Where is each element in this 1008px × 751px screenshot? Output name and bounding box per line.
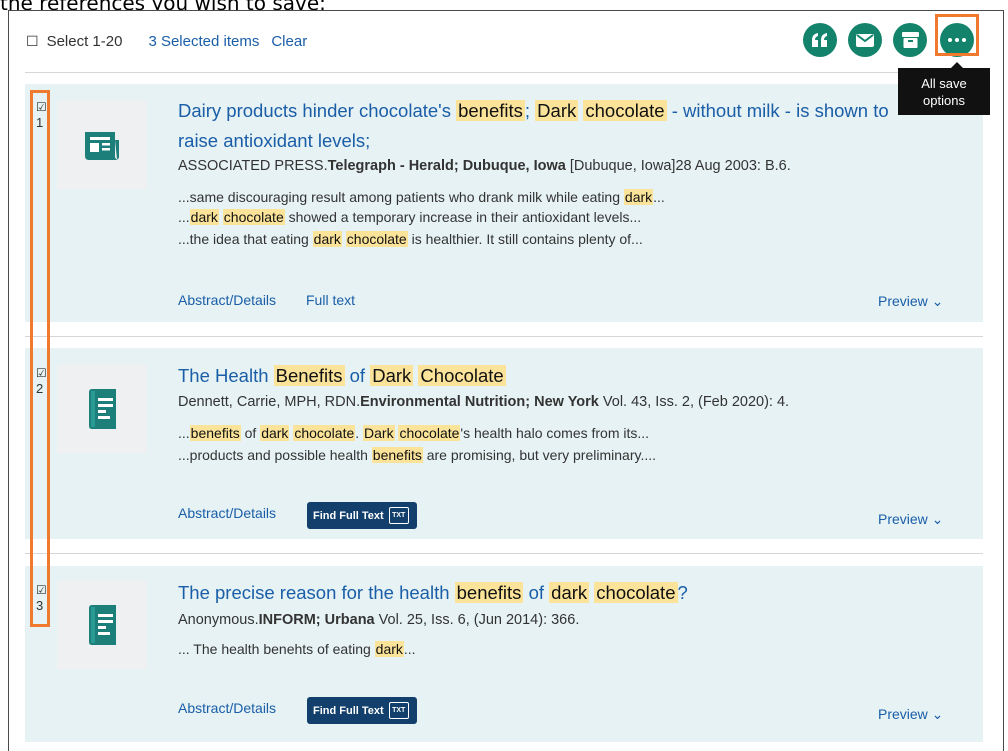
abstract-details-link[interactable]: Abstract/Details (178, 700, 276, 716)
selection-toolbar: ☐ Select 1-20 3 Selected items Clear (26, 33, 307, 50)
save-icon (901, 32, 919, 48)
clear-link[interactable]: Clear (271, 33, 307, 50)
abstract-details-link[interactable]: Abstract/Details (178, 292, 276, 308)
result-snippet: ...same discouraging result among patien… (178, 189, 665, 205)
result-checkbox[interactable]: ☑ (36, 367, 47, 379)
result-citation: ASSOCIATED PRESS.Telegraph - Herald; Dub… (178, 158, 791, 174)
title-highlight: chocolate (583, 100, 667, 121)
find-full-text-button[interactable]: Find Full Text TXT (307, 502, 417, 529)
author: ASSOCIATED PRESS. (178, 158, 328, 174)
result-title-link[interactable]: The precise reason for the health benefi… (178, 581, 688, 605)
save-button[interactable] (893, 23, 927, 57)
journal-icon (89, 605, 116, 645)
full-text-link[interactable]: Full text (306, 292, 355, 308)
result-thumbnail[interactable] (57, 364, 147, 454)
email-icon (856, 33, 874, 47)
tooltip-line-2: options (923, 93, 965, 108)
result-title-line2[interactable]: raise antioxidant levels; (178, 129, 370, 153)
pub-details: Vol. 43, Iss. 2, (Feb 2020): 4. (598, 394, 790, 410)
result-snippet: ...dark chocolate showed a temporary inc… (178, 209, 642, 225)
abstract-details-link[interactable]: Abstract/Details (178, 505, 276, 521)
title-text: ; (524, 100, 536, 121)
title-text: Dairy products hinder chocolate's (178, 100, 457, 121)
selected-items-link[interactable]: 3 Selected items (148, 33, 259, 50)
title-highlight: benefits (456, 100, 525, 121)
find-full-text-label: Find Full Text (313, 509, 384, 522)
select-all-checkbox[interactable]: ☐ (26, 34, 39, 50)
result-thumbnail[interactable] (57, 100, 147, 190)
publication: INFORM; Urbana (258, 612, 375, 628)
tooltip-arrow (951, 62, 963, 68)
result-checkbox[interactable]: ☑ (36, 584, 47, 596)
tooltip-line-1: All save (921, 76, 967, 91)
result-citation: Dennett, Carrie, MPH, RDN.Environmental … (178, 394, 789, 410)
newspaper-icon (85, 132, 119, 160)
preview-toggle[interactable]: Preview ⌄ (878, 293, 943, 310)
pub-details: [Dubuque, Iowa]28 Aug 2003: B.6. (565, 158, 791, 174)
pub-details: Vol. 25, Iss. 6, (Jun 2014): 366. (374, 612, 580, 628)
cite-button[interactable] (803, 23, 837, 57)
result-divider (25, 336, 983, 337)
result-snippet: ...benefits of dark chocolate. Dark choc… (178, 425, 650, 441)
all-save-options-tooltip: All save options (898, 62, 990, 115)
author: Dennett, Carrie, MPH, RDN. (178, 394, 361, 410)
result-thumbnail[interactable] (57, 580, 147, 670)
result-snippet: ...the idea that eating dark chocolate i… (178, 231, 643, 247)
result-number: 1 (36, 115, 44, 130)
result-number: 2 (36, 381, 44, 396)
select-range-label: Select 1-20 (46, 33, 123, 50)
result-title-link[interactable]: The Health Benefits of Dark Chocolate (178, 364, 506, 388)
more-options-highlight (935, 14, 979, 56)
txt-file-icon: TXT (388, 702, 409, 719)
txt-file-icon: TXT (388, 507, 409, 524)
result-number: 3 (36, 598, 44, 613)
preview-toggle[interactable]: Preview ⌄ (878, 706, 943, 723)
result-snippet: ... The health benehts of eating dark... (178, 641, 416, 657)
toolbar-divider (25, 72, 983, 73)
journal-icon (89, 389, 116, 429)
author: Anonymous. (178, 612, 259, 628)
result-divider (25, 553, 983, 554)
result-snippet: ...products and possible health benefits… (178, 447, 656, 463)
preview-toggle[interactable]: Preview ⌄ (878, 511, 943, 528)
cite-icon (812, 33, 827, 47)
publication: Telegraph - Herald; Dubuque, Iowa (327, 158, 566, 174)
result-citation: Anonymous.INFORM; Urbana Vol. 25, Iss. 6… (178, 612, 579, 628)
email-button[interactable] (848, 23, 882, 57)
publication: Environmental Nutrition; New York (360, 394, 599, 410)
result-title-link[interactable]: Dairy products hinder chocolate's benefi… (178, 99, 889, 123)
result-checkbox[interactable]: ☑ (36, 101, 47, 113)
find-full-text-button[interactable]: Find Full Text TXT (307, 697, 417, 724)
title-highlight: Dark (535, 100, 579, 121)
title-text: - without milk - is shown to (666, 100, 889, 121)
find-full-text-label: Find Full Text (313, 704, 384, 717)
